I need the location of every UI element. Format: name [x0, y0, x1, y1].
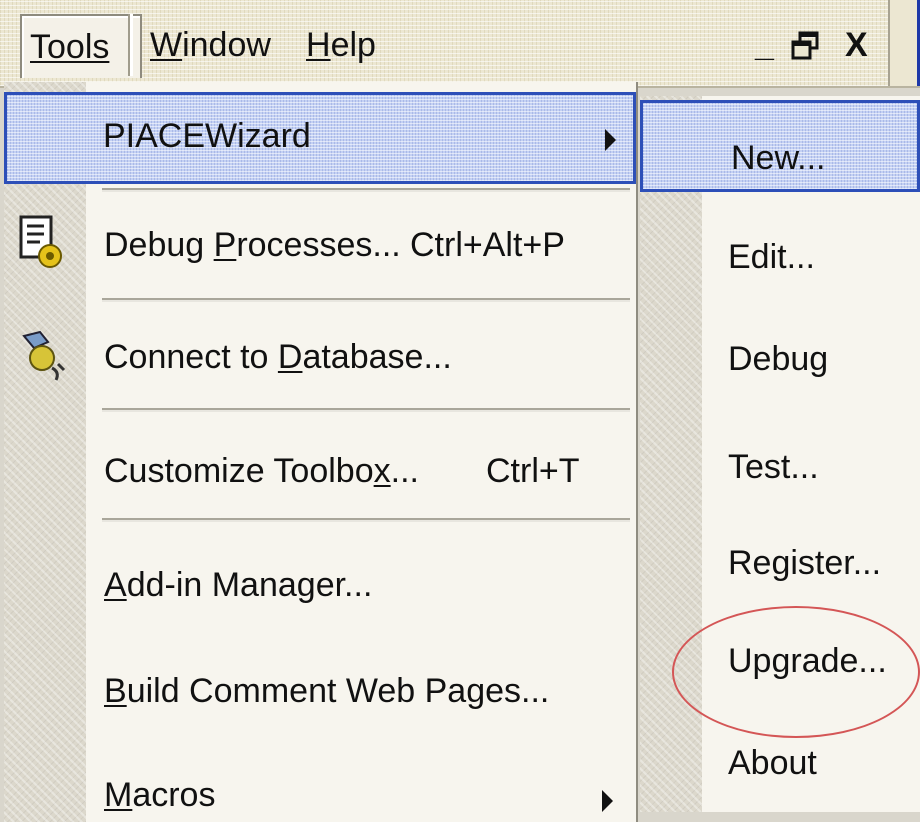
menu-item-debug-processes[interactable]: Debug Processes... Ctrl+Alt+P — [4, 200, 636, 290]
menu-item-label: Add-in Manager... — [104, 566, 373, 604]
menubar-divider — [128, 14, 133, 76]
menu-item-label: Customize Toolbox... — [104, 452, 419, 490]
submenu-arrow-icon — [602, 790, 613, 812]
restore-button[interactable] — [790, 26, 820, 76]
menu-item-label: Connect to Database... — [104, 338, 452, 376]
debug-processes-icon — [19, 215, 62, 268]
minimize-icon: _ — [755, 26, 774, 64]
menu-help-label: Help — [306, 26, 376, 64]
submenu-item-debug[interactable]: Debug — [640, 320, 920, 410]
menu-help[interactable]: Help — [298, 14, 384, 76]
menu-item-customize-toolbox[interactable]: Customize Toolbox... Ctrl+T — [4, 420, 636, 514]
menu-window-label: Window — [150, 26, 271, 64]
menu-bar: Tools Window Help _ X — [0, 0, 920, 88]
tools-dropdown: PIACEWizard Debug Processes... Ctrl+Alt+… — [4, 82, 638, 822]
menu-shortcut: Ctrl+Alt+P — [410, 226, 565, 264]
menu-window[interactable]: Window — [142, 14, 279, 76]
submenu-item-label: Register... — [728, 544, 882, 582]
submenu-item-label: Debug — [728, 340, 829, 378]
menu-separator — [102, 518, 630, 522]
menu-separator — [102, 408, 630, 412]
menu-tools[interactable]: Tools — [20, 14, 142, 78]
close-icon: X — [845, 26, 868, 64]
menu-item-build-comment-web-pages[interactable]: Build Comment Web Pages... — [4, 630, 636, 726]
restore-icon — [791, 31, 819, 60]
submenu-item-label: New... — [731, 139, 826, 177]
upgrade-annotation-circle — [672, 606, 920, 738]
minimize-button[interactable]: _ — [755, 20, 774, 70]
menu-separator — [102, 188, 630, 192]
menu-separator — [102, 298, 630, 302]
menu-item-label: Debug Processes... — [104, 226, 401, 264]
connect-database-icon — [22, 330, 66, 381]
menu-shortcut: Ctrl+T — [486, 452, 580, 490]
menu-item-label: PIACEWizard — [103, 117, 311, 155]
menu-item-piacewizard[interactable]: PIACEWizard — [4, 92, 636, 184]
menu-item-label: Macros — [104, 776, 216, 814]
menu-item-label: Build Comment Web Pages... — [104, 672, 550, 710]
submenu-item-test[interactable]: Test... — [640, 430, 920, 520]
window-edge — [888, 0, 920, 86]
menu-item-addin-manager[interactable]: Add-in Manager... — [4, 530, 636, 626]
close-button[interactable]: X — [845, 20, 868, 70]
submenu-item-label: Test... — [728, 448, 819, 486]
submenu-item-edit[interactable]: Edit... — [640, 216, 920, 306]
submenu-item-about[interactable]: About — [640, 734, 920, 812]
menu-item-macros[interactable]: Macros — [4, 732, 636, 822]
submenu-item-label: Edit... — [728, 238, 815, 276]
submenu-item-new[interactable]: New... — [640, 100, 920, 192]
menu-tools-accel: Tools — [30, 28, 110, 66]
submenu-item-label: About — [728, 744, 817, 782]
menu-item-connect-database[interactable]: Connect to Database... — [4, 310, 636, 406]
submenu-arrow-icon — [605, 129, 616, 151]
